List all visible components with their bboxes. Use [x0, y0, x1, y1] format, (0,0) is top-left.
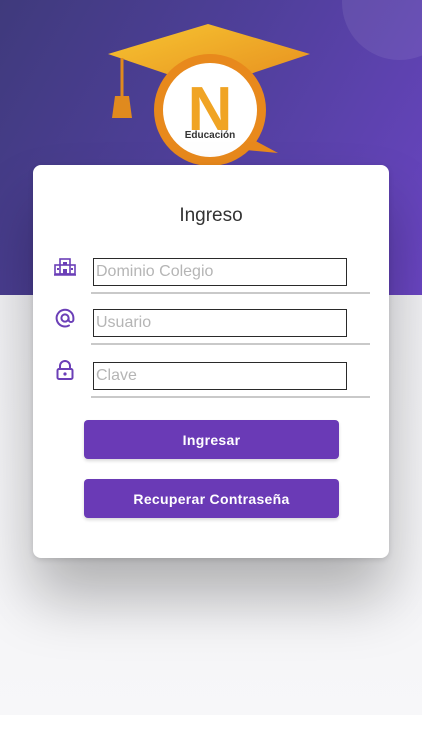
at-icon	[53, 306, 77, 330]
decorative-circle	[342, 0, 422, 60]
login-title: Ingreso	[179, 205, 243, 226]
logo-text: Educación	[185, 130, 236, 141]
user-field-row	[91, 309, 370, 345]
domain-input[interactable]	[93, 258, 347, 286]
lock-icon	[53, 358, 77, 382]
login-button[interactable]: Ingresar	[84, 420, 339, 459]
username-input[interactable]	[93, 309, 347, 337]
app-logo: N Educación	[108, 24, 310, 166]
password-field-row	[91, 362, 370, 398]
login-card: Ingreso Ingresar R	[33, 165, 389, 558]
school-icon	[53, 254, 77, 278]
recover-password-button[interactable]: Recuperar Contraseña	[84, 479, 339, 518]
bottom-bar	[0, 715, 422, 750]
password-input[interactable]	[93, 362, 347, 390]
domain-field-row	[91, 258, 370, 294]
